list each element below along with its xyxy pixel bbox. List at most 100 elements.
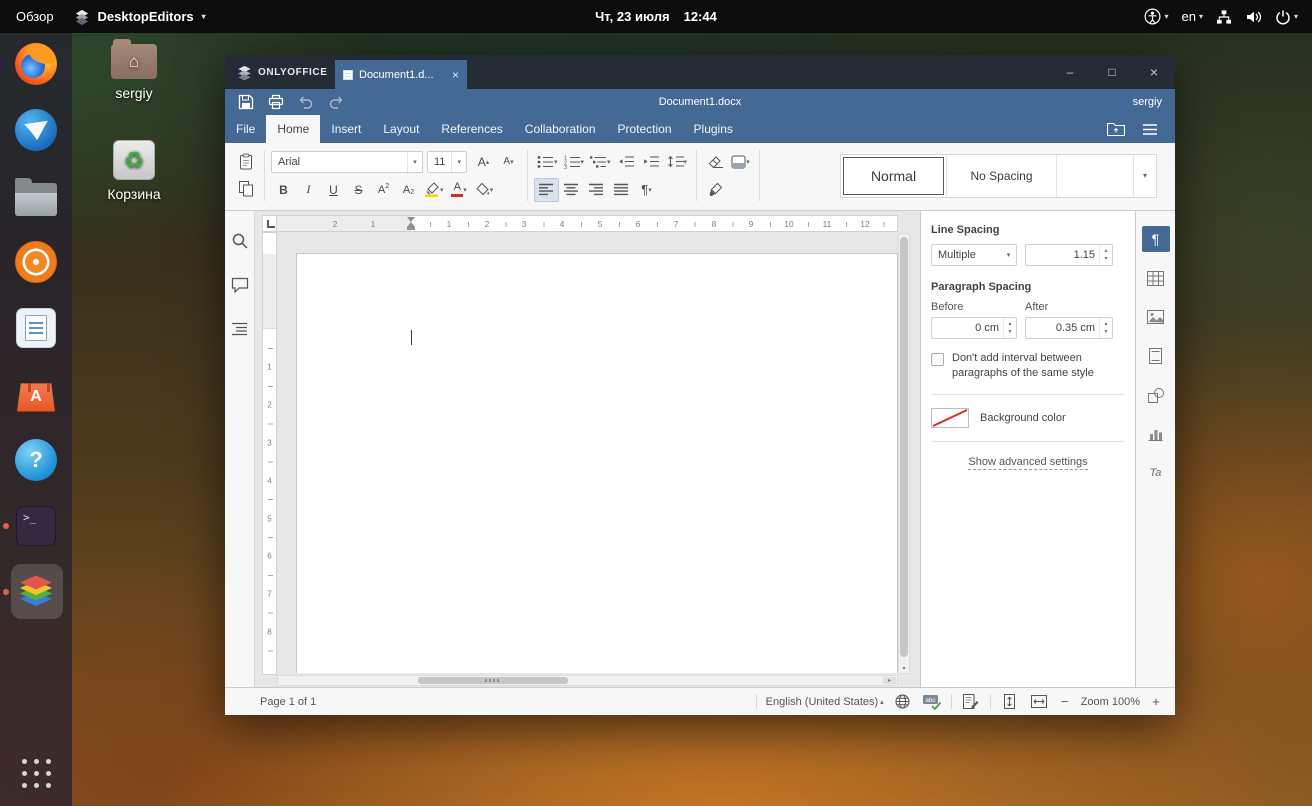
dock-item-files[interactable] bbox=[0, 173, 72, 219]
open-file-location-button[interactable] bbox=[1103, 119, 1129, 140]
caret-down-icon[interactable]: ▾ bbox=[451, 152, 466, 172]
underline-button[interactable]: U bbox=[321, 178, 346, 202]
copy-button[interactable] bbox=[233, 177, 258, 201]
set-language-globe-button[interactable] bbox=[893, 692, 913, 712]
keyboard-layout-menu[interactable]: en ▾ bbox=[1182, 9, 1203, 24]
line-spacing-select[interactable]: Multiple ▾ bbox=[931, 244, 1017, 266]
tab-references[interactable]: References bbox=[430, 115, 513, 143]
spin-down-icon[interactable]: ▾ bbox=[1104, 255, 1107, 263]
background-color-swatch[interactable] bbox=[931, 408, 969, 428]
font-color-button[interactable]: A ▾ bbox=[447, 178, 472, 202]
subscript-button[interactable]: A2 bbox=[396, 178, 421, 202]
window-titlebar[interactable]: ONLYOFFICE Document1.d... × – □ × bbox=[225, 55, 1175, 89]
print-button[interactable] bbox=[262, 92, 289, 113]
dock-item-help[interactable]: ? bbox=[0, 437, 72, 483]
navigation-headings-button[interactable] bbox=[228, 317, 252, 341]
scroll-right-button[interactable]: ▸ bbox=[883, 677, 896, 684]
spin-down-icon[interactable]: ▾ bbox=[1104, 328, 1107, 336]
tab-plugins[interactable]: Plugins bbox=[683, 115, 744, 143]
network-icon[interactable] bbox=[1216, 9, 1232, 25]
multilevel-list-button[interactable]: ▾ bbox=[587, 150, 614, 174]
comments-button[interactable] bbox=[228, 273, 252, 297]
line-spacing-spinner[interactable]: 1.15 ▴▾ bbox=[1025, 244, 1113, 266]
style-cell-empty[interactable] bbox=[1057, 155, 1133, 197]
tab-file[interactable]: File bbox=[225, 115, 266, 143]
horizontal-scroll-thumb[interactable] bbox=[418, 677, 568, 684]
paragraph-fill-button[interactable]: ▾ bbox=[472, 178, 497, 202]
align-justify-button[interactable] bbox=[609, 178, 634, 202]
window-close-button[interactable]: × bbox=[1133, 55, 1175, 89]
dock-item-firefox[interactable] bbox=[0, 41, 72, 87]
redo-button[interactable] bbox=[322, 92, 349, 113]
font-size-combo[interactable]: 11 ▾ bbox=[427, 151, 467, 173]
align-right-button[interactable] bbox=[584, 178, 609, 202]
show-advanced-settings-link[interactable]: Show advanced settings bbox=[968, 456, 1087, 470]
tab-insert[interactable]: Insert bbox=[320, 115, 372, 143]
power-menu[interactable]: ▾ bbox=[1275, 9, 1298, 25]
tab-protection[interactable]: Protection bbox=[607, 115, 683, 143]
tab-stop-selector[interactable] bbox=[262, 215, 277, 232]
tab-close-icon[interactable]: × bbox=[452, 68, 459, 82]
spell-check-button[interactable]: abc bbox=[922, 692, 942, 712]
save-button[interactable] bbox=[232, 92, 259, 113]
numbering-button[interactable]: 123 ▾ bbox=[561, 150, 588, 174]
italic-button[interactable]: I bbox=[296, 178, 321, 202]
document-language-button[interactable]: English (United States) ▴ bbox=[766, 696, 884, 708]
maximize-button[interactable]: □ bbox=[1091, 55, 1133, 89]
clear-style-button[interactable] bbox=[703, 150, 728, 174]
scroll-down-button[interactable]: ▾ bbox=[899, 665, 909, 672]
decrease-indent-button[interactable] bbox=[614, 150, 639, 174]
dock-item-writer[interactable] bbox=[0, 305, 72, 351]
vertical-scroll-thumb[interactable] bbox=[900, 237, 908, 657]
superscript-button[interactable]: A2 bbox=[371, 178, 396, 202]
left-indent-marker[interactable] bbox=[407, 227, 415, 230]
tab-home[interactable]: Home bbox=[266, 115, 320, 143]
desktop-icon-trash[interactable]: ♻ Корзина bbox=[94, 140, 174, 202]
clock[interactable]: Чт, 23 июля 12:44 bbox=[595, 9, 717, 24]
dock-item-software[interactable]: A bbox=[0, 371, 72, 417]
chart-settings-button[interactable] bbox=[1142, 421, 1170, 447]
increase-indent-button[interactable] bbox=[639, 150, 664, 174]
line-spacing-button[interactable]: ▾ bbox=[664, 150, 691, 174]
document-page[interactable] bbox=[296, 253, 898, 673]
highlight-color-button[interactable]: ▾ bbox=[421, 178, 447, 202]
bold-button[interactable]: B bbox=[271, 178, 296, 202]
minimize-button[interactable]: – bbox=[1049, 55, 1091, 89]
zoom-out-button[interactable]: − bbox=[1058, 694, 1072, 709]
show-applications-button[interactable] bbox=[0, 742, 72, 788]
search-button[interactable] bbox=[228, 229, 252, 253]
fit-width-button[interactable] bbox=[1029, 692, 1049, 712]
paragraph-settings-button[interactable]: ¶ bbox=[1142, 226, 1170, 252]
zoom-in-button[interactable]: + bbox=[1149, 694, 1163, 709]
increase-font-size-button[interactable]: A▴ bbox=[471, 150, 496, 174]
tab-layout[interactable]: Layout bbox=[372, 115, 430, 143]
nonprinting-characters-button[interactable]: ¶ ▾ bbox=[634, 178, 659, 202]
app-menu-button[interactable]: DesktopEditors ▾ bbox=[74, 9, 206, 25]
image-settings-button[interactable] bbox=[1142, 304, 1170, 330]
dock-item-onlyoffice[interactable] bbox=[0, 569, 72, 615]
vertical-scrollbar[interactable]: ▾ bbox=[898, 234, 910, 674]
spacing-after-spinner[interactable]: 0.35 cm ▴▾ bbox=[1025, 317, 1113, 339]
horizontal-scrollbar[interactable]: ▸ bbox=[277, 675, 898, 686]
align-left-button[interactable] bbox=[534, 178, 559, 202]
tab-collaboration[interactable]: Collaboration bbox=[514, 115, 607, 143]
shape-settings-button[interactable] bbox=[1142, 382, 1170, 408]
spin-down-icon[interactable]: ▾ bbox=[1008, 328, 1011, 336]
bullets-button[interactable]: ▾ bbox=[534, 150, 561, 174]
align-center-button[interactable] bbox=[559, 178, 584, 202]
dock-item-rhythmbox[interactable] bbox=[0, 239, 72, 285]
spacing-before-spinner[interactable]: 0 cm ▴▾ bbox=[931, 317, 1017, 339]
strikeout-button[interactable]: S bbox=[346, 178, 371, 202]
style-normal[interactable]: Normal bbox=[841, 155, 947, 197]
font-name-combo[interactable]: Arial ▾ bbox=[271, 151, 423, 173]
table-settings-button[interactable] bbox=[1142, 265, 1170, 291]
spin-up-icon[interactable]: ▴ bbox=[1104, 320, 1107, 328]
desktop-icon-home[interactable]: ⌂ sergiy bbox=[94, 44, 174, 101]
header-footer-settings-button[interactable] bbox=[1142, 343, 1170, 369]
dock-item-thunderbird[interactable] bbox=[0, 107, 72, 153]
text-art-settings-button[interactable]: Ta bbox=[1142, 460, 1170, 486]
copy-style-button[interactable] bbox=[703, 178, 728, 202]
decrease-font-size-button[interactable]: A▾ bbox=[496, 150, 521, 174]
document-tab[interactable]: Document1.d... × bbox=[335, 60, 467, 89]
fit-page-button[interactable] bbox=[1000, 692, 1020, 712]
